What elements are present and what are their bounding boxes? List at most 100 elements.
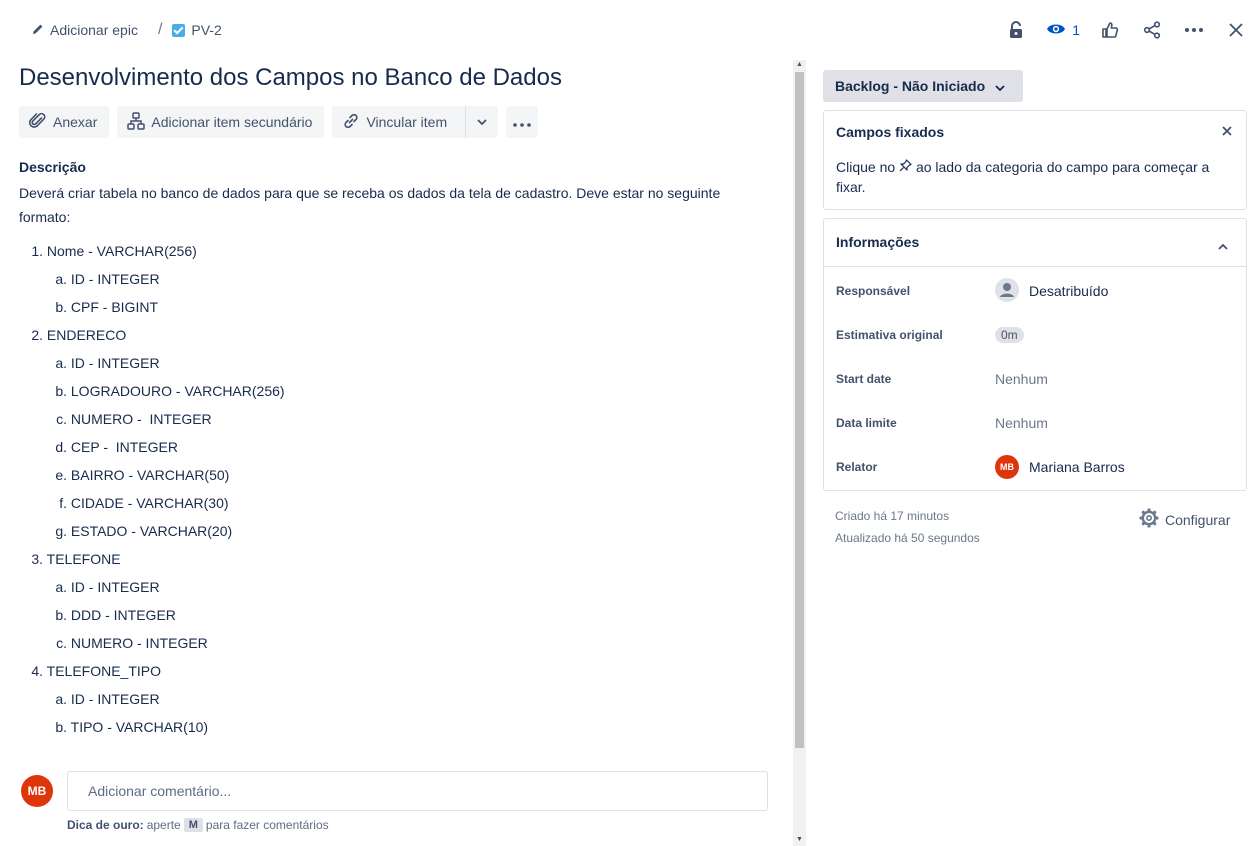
list-marker: a. — [55, 691, 67, 707]
field-start-date: Start date Nenhum — [836, 364, 1234, 394]
list-marker: a. — [55, 271, 67, 287]
eye-icon — [1046, 22, 1066, 39]
list-item-text: ESTADO - VARCHAR(20) — [70, 523, 233, 539]
lock-icon[interactable] — [1004, 18, 1028, 42]
issue-key-link[interactable]: PV-2 — [172, 22, 222, 38]
description-list-item: c. NUMERO - INTEGER — [19, 630, 285, 658]
status-dropdown[interactable]: Backlog - Não Iniciado — [823, 70, 1023, 102]
details-panel: Informações Responsável Desatribuído Est… — [823, 218, 1247, 491]
field-assignee: Responsável Desatribuído — [836, 276, 1234, 306]
reporter-avatar: MB — [995, 455, 1019, 479]
list-item-text: TELEFONE_TIPO — [46, 663, 161, 679]
estimate-label: Estimativa original — [836, 328, 943, 342]
pinned-fields-panel: Campos fixados Clique no ao lado da cate… — [823, 110, 1247, 210]
chevron-down-icon — [995, 78, 1005, 94]
description-list-item: g. ESTADO - VARCHAR(20) — [19, 518, 285, 546]
list-item-text: TELEFONE — [46, 551, 121, 567]
details-title[interactable]: Informações — [836, 234, 919, 250]
list-marker: g. — [55, 523, 67, 539]
divider — [824, 266, 1246, 267]
thumbs-up-icon[interactable] — [1098, 18, 1122, 42]
chevron-up-icon[interactable] — [1218, 237, 1228, 253]
link-options-chevron-down-icon[interactable] — [465, 106, 498, 138]
watch-count: 1 — [1072, 22, 1080, 38]
description-list-item: 1. Nome - VARCHAR(256) — [19, 238, 285, 266]
breadcrumb: Adicionar epic / PV-2 — [32, 20, 222, 40]
list-marker: f. — [59, 495, 67, 511]
list-item-text: ID - INTEGER — [70, 271, 160, 287]
link-item-button[interactable]: Vincular item — [332, 106, 499, 138]
description-list-item: a. ID - INTEGER — [19, 574, 285, 602]
start-date-value[interactable]: Nenhum — [995, 371, 1048, 387]
list-item-text: ID - INTEGER — [70, 691, 160, 707]
due-date-value[interactable]: Nenhum — [995, 415, 1048, 431]
description-list-item: e. BAIRRO - VARCHAR(50) — [19, 462, 285, 490]
description-list-item: b. LOGRADOURO - VARCHAR(256) — [19, 378, 284, 406]
configure-label: Configurar — [1165, 511, 1231, 528]
list-marker: c. — [56, 635, 67, 651]
watch-button[interactable]: 1 — [1046, 22, 1080, 39]
start-date-label: Start date — [836, 372, 892, 386]
updated-timestamp: Atualizado há 50 segundos — [835, 531, 980, 545]
assignee-value[interactable]: Desatribuído — [995, 277, 1108, 305]
issue-toolbar: Anexar Adicionar item secundário Vincula… — [19, 106, 539, 138]
created-timestamp: Criado há 17 minutos — [835, 509, 950, 523]
list-marker: 1. — [31, 243, 43, 259]
description-list-item: 3. TELEFONE — [19, 546, 285, 574]
gear-icon — [1139, 508, 1159, 531]
description-heading: Descrição — [19, 159, 86, 175]
attach-button[interactable]: Anexar — [19, 106, 110, 138]
list-marker: b. — [55, 719, 67, 735]
description-list-item: a. ID - INTEGER — [19, 266, 285, 294]
reporter-label: Relator — [836, 460, 878, 474]
list-item-text: CPF - BIGINT — [70, 299, 159, 315]
task-type-icon — [172, 23, 186, 37]
shortcut-key: M — [183, 818, 203, 832]
list-item-text: ENDERECO — [46, 327, 127, 343]
add-child-item-button[interactable]: Adicionar item secundário — [117, 106, 325, 138]
list-item-text: DDD - INTEGER — [70, 607, 176, 623]
reporter-value[interactable]: MB Mariana Barros — [995, 455, 1125, 479]
reporter-name: Mariana Barros — [1029, 459, 1125, 475]
tip-label: Dica de ouro: — [67, 818, 144, 832]
scroll-down-arrow-icon[interactable]: ▼ — [795, 836, 804, 843]
share-icon[interactable] — [1140, 18, 1164, 42]
description-list-item: b. CPF - BIGINT — [19, 294, 285, 322]
add-epic-link[interactable]: Adicionar epic — [32, 22, 138, 38]
assignee-label: Responsável — [836, 284, 911, 298]
issue-title[interactable]: Desenvolvimento dos Campos no Banco de D… — [19, 64, 562, 92]
hierarchy-icon — [127, 111, 146, 133]
list-item-text: BAIRRO - VARCHAR(50) — [70, 467, 230, 483]
unassigned-avatar-icon — [995, 277, 1019, 305]
list-marker: b. — [55, 299, 67, 315]
estimate-value[interactable]: 0m — [995, 327, 1024, 343]
status-label: Backlog - Não Iniciado — [835, 78, 986, 94]
list-marker: d. — [55, 439, 67, 455]
toolbar-more-button[interactable] — [506, 106, 539, 138]
pinned-fields-title: Campos fixados — [836, 124, 945, 140]
scrollbar-thumb[interactable] — [795, 72, 804, 748]
description-text[interactable]: Deverá criar tabela no banco de dados pa… — [19, 181, 739, 229]
description-list-item: a. ID - INTEGER — [19, 686, 285, 714]
list-marker: b. — [55, 607, 67, 623]
due-date-label: Data limite — [836, 416, 897, 430]
configure-button[interactable]: Configurar — [1139, 508, 1230, 531]
paperclip-icon — [28, 112, 47, 133]
pencil-icon — [32, 22, 44, 38]
list-marker: a. — [55, 355, 67, 371]
list-marker: 3. — [31, 551, 43, 567]
list-marker: 4. — [31, 663, 43, 679]
close-icon[interactable] — [1224, 18, 1248, 42]
list-marker: b. — [55, 383, 67, 399]
description-list-item: 4. TELEFONE_TIPO — [19, 658, 285, 686]
close-icon[interactable] — [1222, 123, 1232, 139]
more-actions-icon[interactable] — [1182, 18, 1206, 42]
list-marker: a. — [55, 579, 67, 595]
list-item-text: ID - INTEGER — [70, 579, 160, 595]
estimate-badge: 0m — [995, 327, 1024, 343]
scroll-up-arrow-icon[interactable]: ▲ — [795, 61, 804, 68]
list-item-text: CIDADE - VARCHAR(30) — [70, 495, 229, 511]
field-original-estimate: Estimativa original 0m — [836, 320, 1234, 350]
comment-input[interactable]: Adicionar comentário... — [67, 771, 768, 811]
tip-text-pre: aperte — [146, 818, 181, 832]
